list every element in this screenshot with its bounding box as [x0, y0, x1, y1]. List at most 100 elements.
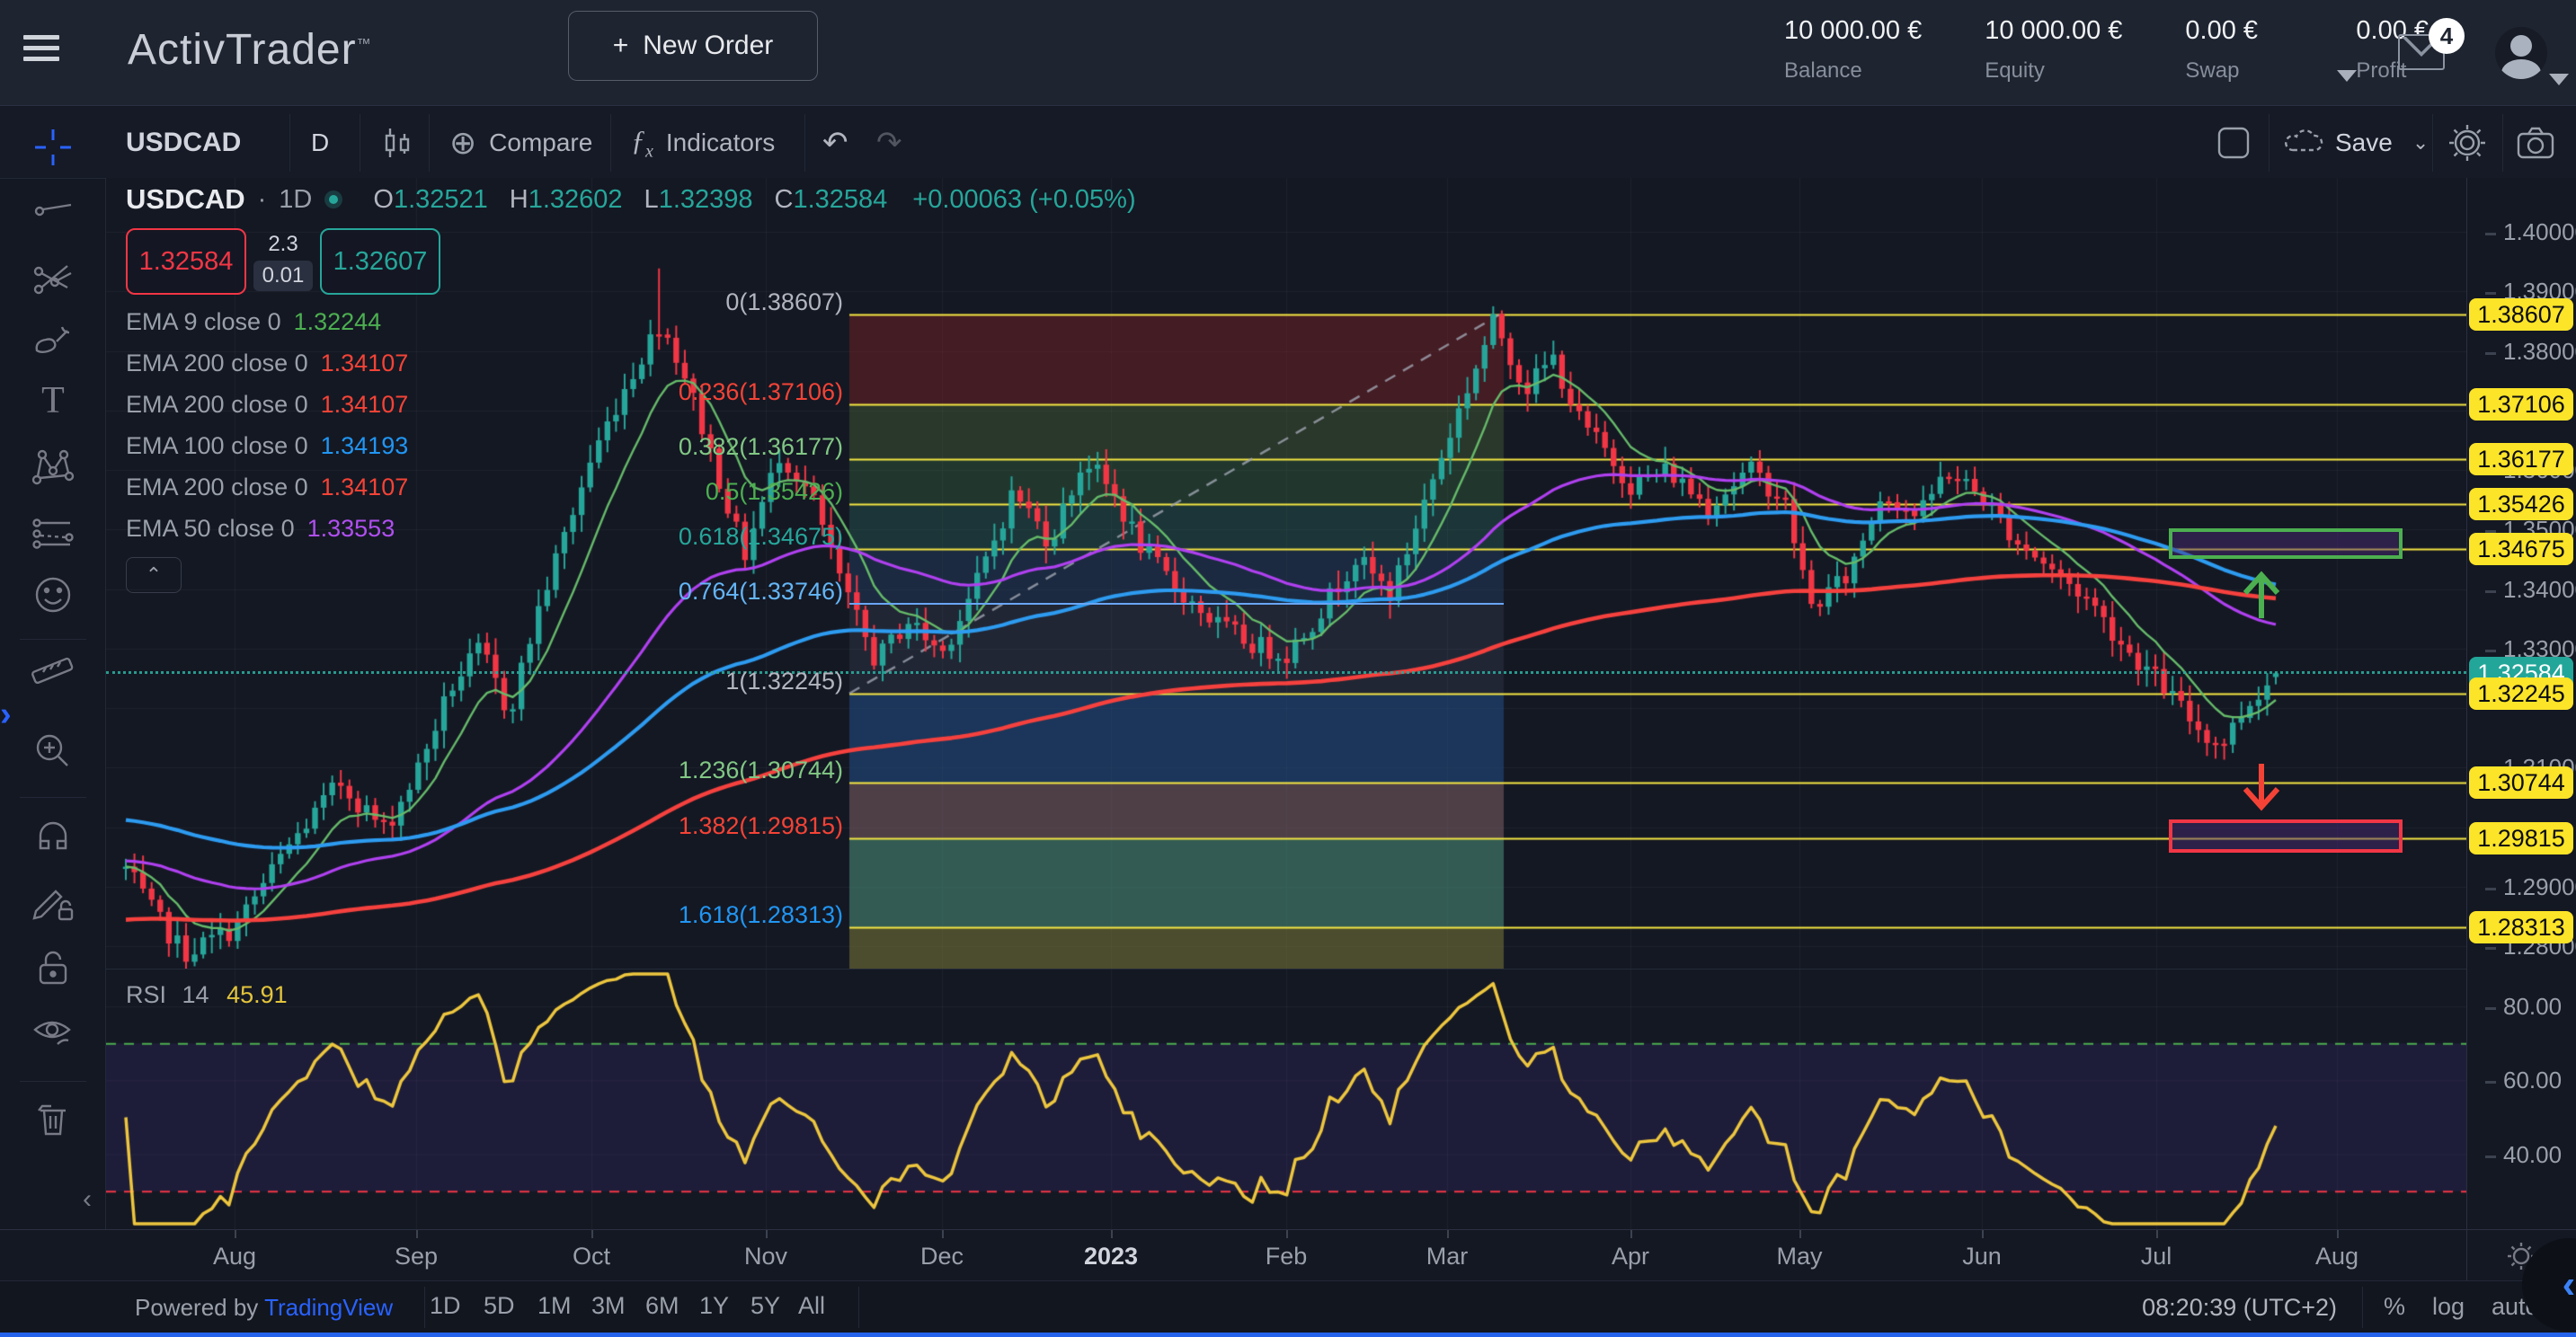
save-button[interactable]: Save ⌄ [2283, 107, 2429, 179]
resistance-zone-rect[interactable] [2169, 528, 2403, 559]
ema-legend-row-4[interactable]: EMA 200 close 01.34107 [126, 474, 1136, 501]
log-scale-button[interactable]: log [2432, 1293, 2465, 1321]
candle-style-button[interactable] [378, 107, 417, 179]
brush-tool[interactable] [31, 317, 76, 362]
pane-divider[interactable] [106, 969, 2576, 970]
price-tick-60.00: 60.00 [2485, 1067, 2562, 1094]
range-button-3M[interactable]: 3M [591, 1292, 626, 1320]
compare-button[interactable]: ⊕ Compare [449, 107, 592, 179]
fib-price-tag-1.32245: 1.32245 [2469, 677, 2573, 710]
legend-symbol[interactable]: USDCAD [126, 183, 245, 216]
range-button-6M[interactable]: 6M [645, 1292, 680, 1320]
month-label-11-Jul: Jul [2141, 1243, 2172, 1271]
ema-legend-row-3[interactable]: EMA 100 close 01.34193 [126, 432, 1136, 460]
month-label-1-Sep: Sep [395, 1243, 438, 1271]
rsi-value: 45.91 [227, 981, 288, 1008]
remove-drawings-tool[interactable] [31, 1097, 76, 1142]
range-button-5Y[interactable]: 5Y [751, 1292, 780, 1320]
xabcd-pattern-tool[interactable] [31, 445, 76, 490]
symbol-button[interactable]: USDCAD [126, 107, 241, 179]
magnet-tool[interactable] [31, 813, 76, 858]
volume-field[interactable]: 0.01 [253, 261, 314, 291]
lock-all-tool[interactable] [31, 944, 76, 989]
measure-tool[interactable] [31, 646, 76, 691]
sidebar-collapse-chevron[interactable]: ‹ [83, 1184, 92, 1215]
tradingview-link[interactable]: TradingView [264, 1294, 393, 1321]
change-value: +0.00063 (+0.05%) [912, 185, 1135, 215]
avatar-caret-icon[interactable] [2549, 74, 2569, 85]
stat-value: 10 000.00 € [1784, 16, 1922, 46]
settings-button[interactable] [2447, 107, 2488, 179]
price-tick-40.00: 40.00 [2485, 1141, 2562, 1169]
circle-plus-icon: ⊕ [449, 124, 476, 162]
emoji-tool[interactable] [31, 572, 76, 617]
chart-toolbar: USDCAD D ⊕ Compare ƒx Indicators ↶ ↷ Sav… [0, 107, 2576, 179]
market-status-dot[interactable] [324, 190, 342, 208]
fib-label-6: 1(1.32245) [725, 668, 843, 695]
month-label-9-May: May [1776, 1243, 1822, 1271]
hide-drawings-tool[interactable] [31, 1011, 76, 1056]
mail-badge: 4 [2429, 18, 2465, 54]
bottom-accent-strip [0, 1333, 2576, 1337]
crosshair-tool[interactable] [31, 125, 76, 170]
price-axis[interactable]: 1.400001.390001.380001.360001.350001.340… [2466, 178, 2576, 1229]
clock[interactable]: 08:20:39 (UTC+2) [2058, 1294, 2337, 1322]
stat-value: 0.00 € [2185, 16, 2293, 46]
new-order-button[interactable]: + New Order [568, 11, 818, 81]
range-button-1D[interactable]: 1D [430, 1292, 461, 1320]
activtrader-app: ActivTrader™ + New Order 10 000.00 €Bala… [0, 0, 2576, 1337]
arrow-down-annotation[interactable] [2236, 760, 2287, 818]
range-button-1M[interactable]: 1M [537, 1292, 572, 1320]
range-button-5D[interactable]: 5D [484, 1292, 515, 1320]
avatar[interactable] [2495, 27, 2547, 79]
month-label-10-Jun: Jun [1962, 1243, 2002, 1271]
trend-line-tool[interactable] [31, 186, 76, 231]
sell-button[interactable]: 1.32584 [126, 228, 246, 295]
ema-legend-row-5[interactable]: EMA 50 close 01.33553 [126, 515, 1136, 543]
menu-icon[interactable] [23, 35, 59, 71]
drawing-lock-tool[interactable] [31, 880, 76, 925]
stat-balance: 10 000.00 €Balance [1784, 16, 1922, 84]
ema-legend-row-2[interactable]: EMA 200 close 01.34107 [126, 391, 1136, 419]
arrow-up-annotation[interactable] [2236, 564, 2287, 622]
fib-price-tag-1.28313: 1.28313 [2469, 911, 2573, 943]
stat-label: Equity [1985, 58, 2122, 84]
account-dropdown-caret-icon[interactable] [2337, 70, 2357, 82]
left-panel-expander[interactable]: › [0, 694, 27, 735]
price-tick-80.00: 80.00 [2485, 993, 2562, 1021]
ohlc-o: O1.32521 [364, 185, 487, 214]
rsi-pane-canvas[interactable] [106, 969, 2466, 1229]
fullscreen-button[interactable] [2214, 107, 2253, 179]
redo-button[interactable]: ↷ [876, 107, 902, 179]
undo-button[interactable]: ↶ [822, 107, 848, 179]
fib-price-tag-1.38607: 1.38607 [2469, 298, 2573, 331]
range-button-1Y[interactable]: 1Y [699, 1292, 729, 1320]
buy-button[interactable]: 1.32607 [320, 228, 440, 295]
legend-collapse-button[interactable]: ⌃ [126, 557, 182, 593]
zoom-in-tool[interactable] [31, 729, 76, 774]
percent-scale-button[interactable]: % [2384, 1293, 2405, 1321]
ema-legend-row-0[interactable]: EMA 9 close 01.32244 [126, 308, 1136, 336]
month-label-7-Mar: Mar [1426, 1243, 1469, 1271]
projection-tool[interactable] [31, 509, 76, 554]
fib-764-line [849, 603, 1504, 605]
legend-interval: 1D [279, 185, 312, 215]
ema-legend-row-1[interactable]: EMA 200 close 01.34107 [126, 350, 1136, 377]
support-zone-rect[interactable] [2169, 819, 2403, 853]
candles-icon [378, 123, 417, 163]
stat-swap: 0.00 €Swap [2185, 16, 2293, 84]
indicator-legend-rows: EMA 9 close 01.32244 EMA 200 close 01.341… [126, 308, 1136, 543]
rsi-legend[interactable]: RSI 14 45.91 [126, 981, 288, 1009]
interval-button[interactable]: D [311, 107, 329, 179]
ohlc-l: L1.32398 [635, 185, 753, 214]
screenshot-button[interactable] [2515, 107, 2556, 179]
fx-icon: ƒx [631, 124, 653, 162]
text-tool[interactable]: T [31, 378, 76, 423]
month-label-2-Oct: Oct [573, 1243, 610, 1271]
range-button-All[interactable]: All [798, 1292, 825, 1320]
month-label-8-Apr: Apr [1612, 1243, 1649, 1271]
top-bar: ActivTrader™ + New Order 10 000.00 €Bala… [0, 0, 2576, 106]
time-axis[interactable]: AugSepOctNovDec2023FebMarAprMayJunJulAug [0, 1229, 2576, 1280]
indicators-button[interactable]: ƒx Indicators [631, 107, 775, 179]
pitchfork-tool[interactable] [31, 254, 76, 299]
